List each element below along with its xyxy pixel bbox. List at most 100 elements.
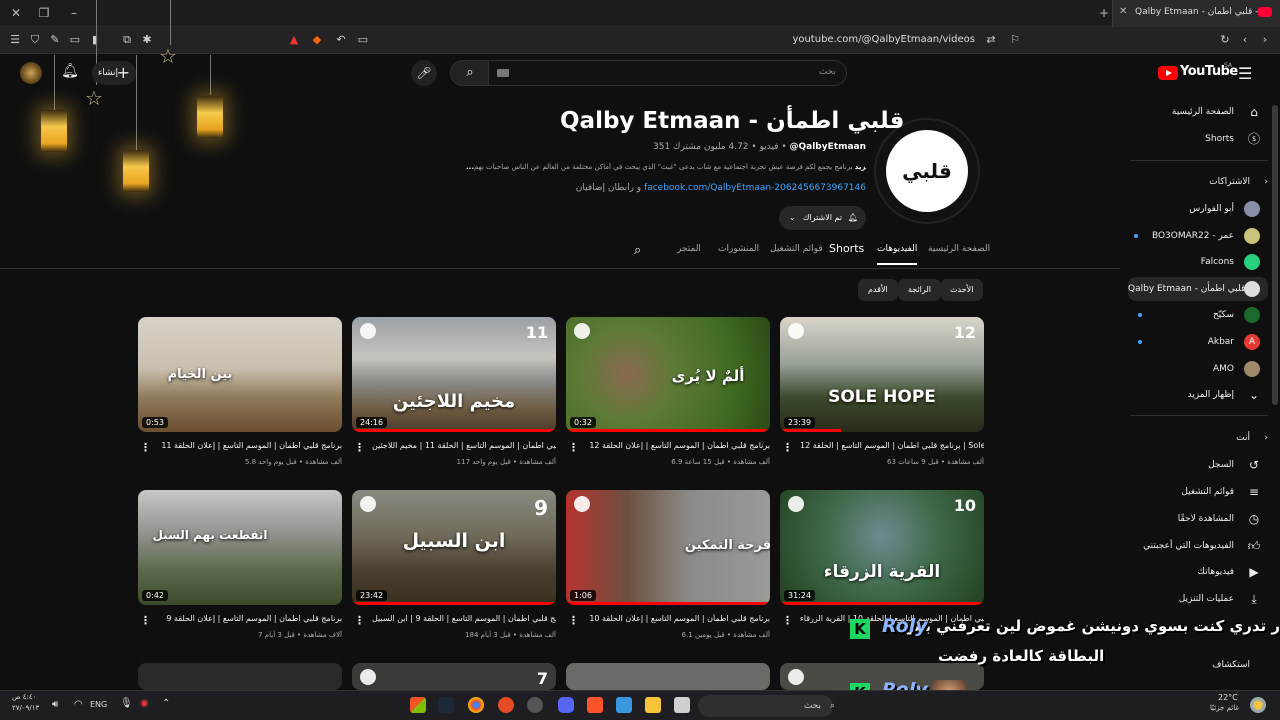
extension-icon[interactable]: ✎: [48, 33, 62, 47]
chip-oldest[interactable]: الأقدم: [858, 279, 898, 301]
more-actions-icon[interactable]: ⋮: [140, 614, 151, 627]
more-actions-icon[interactable]: ⋮: [568, 441, 579, 454]
language-indicator[interactable]: ENG: [90, 700, 107, 709]
app-icon[interactable]: [527, 697, 543, 713]
sidebar-sub-item[interactable]: BO3OMAR22 - عمر: [1128, 224, 1268, 248]
sidebar-icon[interactable]: ▮: [88, 33, 102, 47]
video-thumbnail[interactable]: 11 مخيم اللاجئين 24:16: [352, 317, 556, 432]
channel-links[interactable]: و رابطان إضافيان facebook.com/QalbyEtmaa…: [560, 183, 866, 193]
discord-icon[interactable]: [558, 697, 574, 713]
sidebar-you-heading[interactable]: أنت ›: [1128, 428, 1268, 448]
windows-start-icon[interactable]: [410, 697, 426, 713]
notifications-bell-icon[interactable]: 🔔︎: [60, 63, 80, 83]
sidebar-item-shorts[interactable]: Shorts ⓢ: [1128, 127, 1268, 151]
guide-menu-icon[interactable]: ☰: [1238, 64, 1252, 83]
clock-time[interactable]: ٤:٤٠ ص: [12, 693, 36, 701]
tab-playlists[interactable]: قوائم التشغيل: [770, 244, 823, 254]
tabs-icon[interactable]: ▭: [68, 33, 82, 47]
video-thumbnail[interactable]: انقطعت بهم السبل 0:42: [138, 490, 342, 605]
tab-shorts[interactable]: Shorts: [829, 242, 864, 255]
scrollbar[interactable]: [1270, 55, 1280, 690]
sidebar-sub-item[interactable]: Akbar A: [1128, 330, 1268, 354]
close-tab-icon[interactable]: ✕: [1119, 6, 1127, 17]
steam-icon[interactable]: [438, 697, 454, 713]
reload-alt-icon[interactable]: ↶: [334, 33, 348, 47]
subscribed-button[interactable]: ⌄ تم الاشتراك 🔔︎: [779, 206, 866, 230]
more-actions-icon[interactable]: ⋮: [354, 441, 365, 454]
search-input[interactable]: بحث: [488, 60, 847, 86]
video-title[interactable]: برنامج قلبي اطمأن | الموسم التاسع | إعلا…: [586, 441, 770, 450]
store-icon[interactable]: [616, 697, 632, 713]
sidebar-item-your-videos[interactable]: فيديوهاتك ▶: [1128, 560, 1268, 584]
video-title[interactable]: برنامج قلبي اطمأن | الموسم التاسع | الحل…: [800, 441, 984, 450]
sidebar-item-downloads[interactable]: عمليات التنزيل ⤓: [1128, 587, 1268, 611]
youtube-logo[interactable]: YouTube SA: [1158, 62, 1238, 82]
tab-videos[interactable]: الفيديوهات: [877, 244, 918, 265]
brave-icon[interactable]: [587, 697, 603, 713]
sidebar-item-watch-later[interactable]: المشاهدة لاحقًا ◷: [1128, 507, 1268, 531]
more-actions-icon[interactable]: ⋮: [782, 614, 793, 627]
minimize-window-icon[interactable]: –: [64, 4, 84, 22]
sidebar-item-liked[interactable]: الفيديوهات التي أعجبتني 👍︎: [1128, 534, 1268, 558]
screenshot-icon[interactable]: ⧉: [120, 33, 134, 47]
channel-search-icon[interactable]: ⌕: [634, 243, 641, 258]
sidebar-item-history[interactable]: السجل ↺: [1128, 453, 1268, 477]
keyboard-icon[interactable]: [497, 69, 509, 77]
chip-latest[interactable]: الأحدث: [940, 279, 984, 301]
video-thumbnail[interactable]: بين الخيام 0:53: [138, 317, 342, 432]
reload-icon[interactable]: ↻: [1218, 33, 1232, 47]
cast-icon[interactable]: ▭: [356, 33, 370, 47]
mic-tray-icon[interactable]: 🎙︎: [120, 698, 133, 709]
video-title[interactable]: برنامج قلبي اطمأن | الموسم التاسع | الحل…: [372, 441, 556, 450]
menu-icon[interactable]: ☰: [8, 33, 22, 47]
video-title[interactable]: برنامج قلبي اطمأن | الموسم التاسع | إعلا…: [158, 614, 342, 623]
sidebar-show-more[interactable]: إظهار المزيد ⌄: [1128, 383, 1268, 407]
video-thumbnail[interactable]: ألمٌ لا يُرى 0:32: [566, 317, 770, 432]
wifi-icon[interactable]: ◠: [74, 699, 83, 710]
app-icon[interactable]: [498, 697, 514, 713]
video-title[interactable]: برنامج قلبي اطمأن | الموسم التاسع | الحل…: [372, 614, 556, 623]
sidebar-sub-item[interactable]: أبو الفوارس: [1128, 197, 1268, 221]
volume-icon[interactable]: 🔊︎: [52, 699, 58, 710]
video-thumbnail[interactable]: 12 SOLE HOPE 23:39: [780, 317, 984, 432]
close-window-icon[interactable]: ✕: [6, 4, 26, 22]
more-actions-icon[interactable]: ⋮: [140, 441, 151, 454]
video-title[interactable]: برنامج قلبي اطمأن | الموسم التاسع | إعلا…: [586, 614, 770, 623]
bookmark-icon[interactable]: ⚐: [1008, 33, 1022, 47]
video-thumbnail[interactable]: [138, 663, 342, 690]
chip-popular[interactable]: الرائجة: [898, 279, 941, 301]
weather-icon[interactable]: [1250, 697, 1266, 713]
more-actions-icon[interactable]: ⋮: [568, 614, 579, 627]
voice-search-mic-icon[interactable]: 🎤︎: [411, 60, 437, 86]
video-title[interactable]: برنامج قلبي اطمأن | الموسم التاسع | إعلا…: [158, 441, 342, 450]
clock-date[interactable]: ٢٧/٠٩/١٣: [12, 704, 39, 712]
new-tab-icon[interactable]: +: [1094, 4, 1114, 22]
back-icon[interactable]: ‹: [1238, 33, 1252, 47]
search-button[interactable]: ⌕: [450, 60, 490, 86]
video-thumbnail[interactable]: فرحة التمكين 1:06: [566, 490, 770, 605]
app-tray-icon[interactable]: ◉: [140, 698, 149, 709]
facebook-link[interactable]: facebook.com/QalbyEtmaan-206245667396714…: [644, 183, 866, 193]
account-avatar[interactable]: [20, 62, 42, 84]
tab-store[interactable]: المتجر: [677, 244, 701, 254]
taskbar-search[interactable]: بحث ⌕: [698, 695, 835, 717]
sidebar-item-home[interactable]: الصفحة الرئيسية ⌂: [1128, 100, 1268, 124]
forward-icon[interactable]: ›: [1258, 33, 1272, 47]
sidebar-item-playlists[interactable]: قوائم التشغيل ≡: [1128, 480, 1268, 504]
sidebar-sub-item[interactable]: AMO: [1128, 357, 1268, 381]
share-icon[interactable]: ⇄: [984, 33, 998, 47]
sidebar-sub-item[interactable]: Falcons: [1128, 250, 1268, 274]
video-thumbnail[interactable]: [566, 663, 770, 690]
tab-home[interactable]: الصفحة الرئيسية: [928, 244, 990, 254]
task-view-icon[interactable]: [674, 697, 690, 713]
puzzle-icon[interactable]: ✱: [140, 33, 154, 47]
more-actions-icon[interactable]: ⋮: [354, 614, 365, 627]
brave-shield-icon[interactable]: ◆: [310, 33, 324, 47]
channel-description[interactable]: ...المزيد برنامج يجمع لكم فرصة عيش تجربة…: [466, 163, 866, 171]
weather-temp[interactable]: 22°C: [1218, 693, 1238, 702]
create-button[interactable]: إنشاء +: [92, 61, 136, 85]
restore-window-icon[interactable]: ❐: [34, 4, 54, 22]
tab-posts[interactable]: المنشورات: [718, 244, 759, 254]
video-thumbnail[interactable]: 10 القرية الزرقاء 31:24: [780, 490, 984, 605]
more-actions-icon[interactable]: ⋮: [782, 441, 793, 454]
